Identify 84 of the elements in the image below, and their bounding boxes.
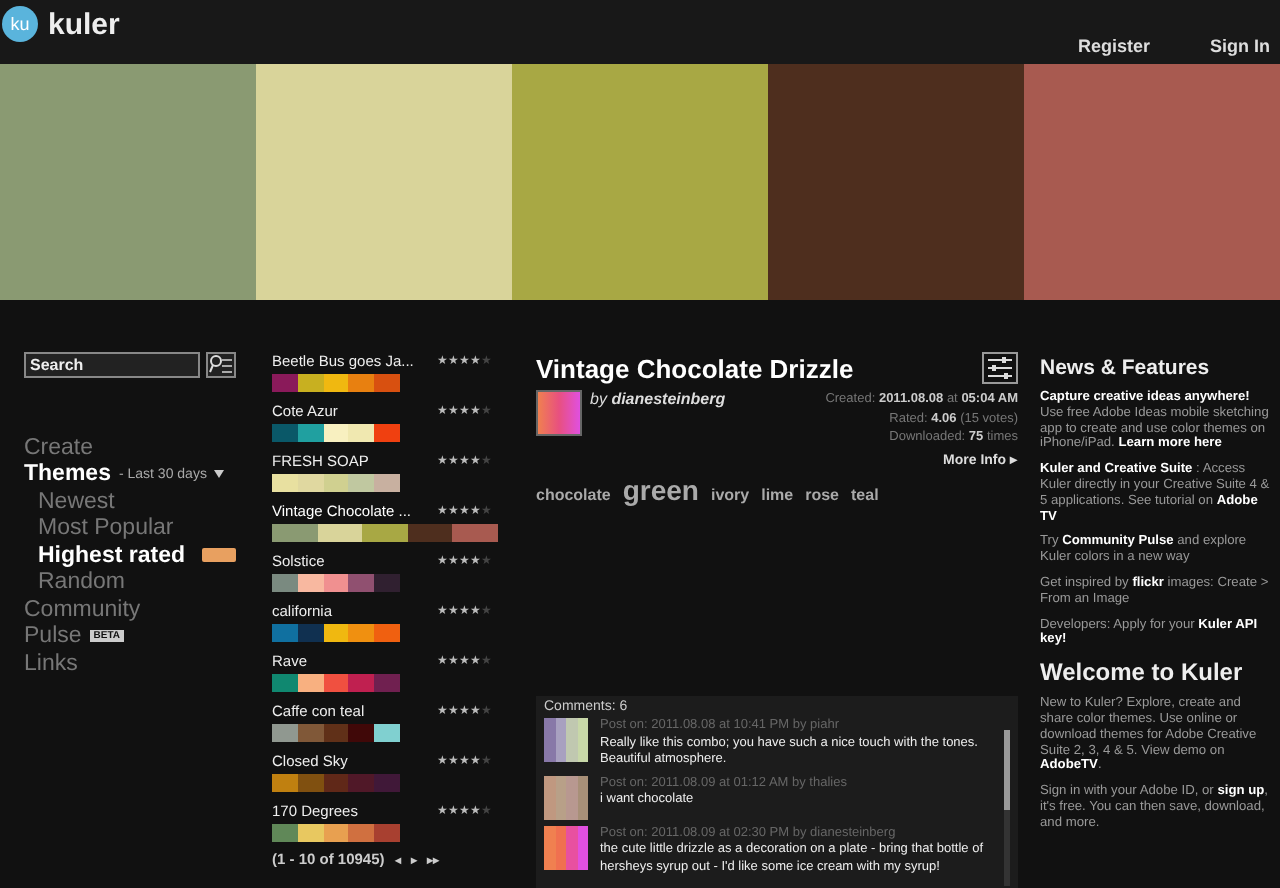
- color-swatch[interactable]: [323, 574, 349, 592]
- color-swatch[interactable]: [374, 824, 400, 842]
- section-heading: News & Features: [1040, 356, 1212, 380]
- color-swatch[interactable]: [323, 724, 349, 742]
- color-swatch[interactable]: [348, 474, 375, 492]
- nav-link[interactable]: Random: [38, 570, 125, 595]
- search-icon[interactable]: [206, 352, 236, 378]
- header-link[interactable]: Register: [1077, 36, 1150, 56]
- color-swatch[interactable]: [348, 674, 375, 692]
- color-swatch[interactable]: [512, 64, 768, 300]
- color-swatch[interactable]: [272, 624, 298, 642]
- color-swatch[interactable]: [374, 624, 400, 642]
- color-swatch[interactable]: [323, 374, 349, 392]
- color-swatch[interactable]: [297, 574, 324, 592]
- nav-link[interactable]: Newest: [38, 489, 115, 514]
- color-swatch[interactable]: [374, 774, 400, 792]
- color-swatch[interactable]: [348, 424, 375, 442]
- color-swatch[interactable]: [272, 374, 298, 392]
- color-swatch[interactable]: [348, 624, 375, 642]
- color-swatch[interactable]: [297, 624, 324, 642]
- color-swatch[interactable]: [452, 524, 498, 542]
- author-avatar: [536, 390, 582, 436]
- scrollbar[interactable]: [1004, 730, 1010, 886]
- nav-link[interactable]: Pulse: [24, 624, 82, 649]
- color-swatch[interactable]: [1024, 64, 1280, 300]
- theme-title: Vintage Chocolate Drizzle: [536, 353, 854, 383]
- color-swatch[interactable]: [323, 474, 349, 492]
- color-swatch[interactable]: [256, 64, 512, 300]
- header-link[interactable]: Sign In: [1210, 36, 1270, 56]
- color-swatch[interactable]: [272, 424, 298, 442]
- color-swatch[interactable]: [374, 474, 400, 492]
- color-swatch[interactable]: [297, 424, 324, 442]
- nav-link[interactable]: Most Popular: [38, 516, 174, 541]
- color-swatch[interactable]: [323, 624, 349, 642]
- color-swatch[interactable]: [272, 824, 298, 842]
- color-swatch[interactable]: [297, 674, 324, 692]
- color-swatch[interactable]: [348, 824, 375, 842]
- color-swatch[interactable]: [348, 574, 375, 592]
- tag-link[interactable]: ivory: [710, 486, 750, 504]
- color-swatch[interactable]: [374, 574, 400, 592]
- by-label: by: [590, 390, 607, 408]
- nav-link[interactable]: Highest rated: [38, 543, 185, 568]
- nav-link[interactable]: Create: [24, 435, 94, 460]
- color-swatch[interactable]: [348, 774, 375, 792]
- sliders-icon[interactable]: [982, 352, 1018, 384]
- color-swatch[interactable]: [272, 574, 298, 592]
- tag-link[interactable]: chocolate: [536, 486, 611, 504]
- color-swatch[interactable]: [272, 474, 298, 492]
- color-swatch[interactable]: [272, 774, 298, 792]
- tag-link[interactable]: lime: [761, 486, 794, 504]
- color-swatch[interactable]: [317, 524, 363, 542]
- color-swatch[interactable]: [323, 824, 349, 842]
- caret-icon[interactable]: [214, 470, 225, 479]
- color-swatch[interactable]: [374, 424, 400, 442]
- color-swatch[interactable]: [0, 64, 256, 300]
- color-swatch[interactable]: [297, 374, 324, 392]
- color-swatch[interactable]: [323, 424, 349, 442]
- color-swatch[interactable]: [297, 774, 324, 792]
- color-swatch[interactable]: [362, 524, 408, 542]
- color-swatch[interactable]: [348, 374, 375, 392]
- color-swatch[interactable]: [297, 474, 324, 492]
- nav-link[interactable]: Links: [24, 651, 78, 676]
- color-swatch[interactable]: [272, 674, 298, 692]
- color-swatch[interactable]: [374, 374, 400, 392]
- color-swatch[interactable]: [768, 64, 1024, 300]
- tag-link[interactable]: rose: [805, 486, 840, 504]
- nav-link[interactable]: Themes: [24, 462, 111, 487]
- color-swatch[interactable]: [374, 724, 400, 742]
- logo-text[interactable]: kuler: [48, 7, 120, 41]
- color-swatch[interactable]: [323, 674, 349, 692]
- color-swatch[interactable]: [323, 774, 349, 792]
- section-heading: Welcome to Kuler: [1040, 658, 1245, 687]
- color-swatch[interactable]: [297, 724, 324, 742]
- tag-link[interactable]: green: [622, 474, 699, 506]
- author-link[interactable]: dianesteinberg: [611, 390, 726, 408]
- color-swatch[interactable]: [374, 674, 400, 692]
- color-swatch[interactable]: [348, 724, 375, 742]
- color-swatch[interactable]: [297, 824, 324, 842]
- color-swatch[interactable]: [272, 724, 298, 742]
- nav-link[interactable]: Community: [24, 597, 141, 622]
- tag-link[interactable]: teal: [851, 486, 879, 504]
- search-field[interactable]: Search: [24, 352, 200, 378]
- color-swatch[interactable]: [407, 524, 453, 542]
- color-swatch[interactable]: [272, 524, 318, 542]
